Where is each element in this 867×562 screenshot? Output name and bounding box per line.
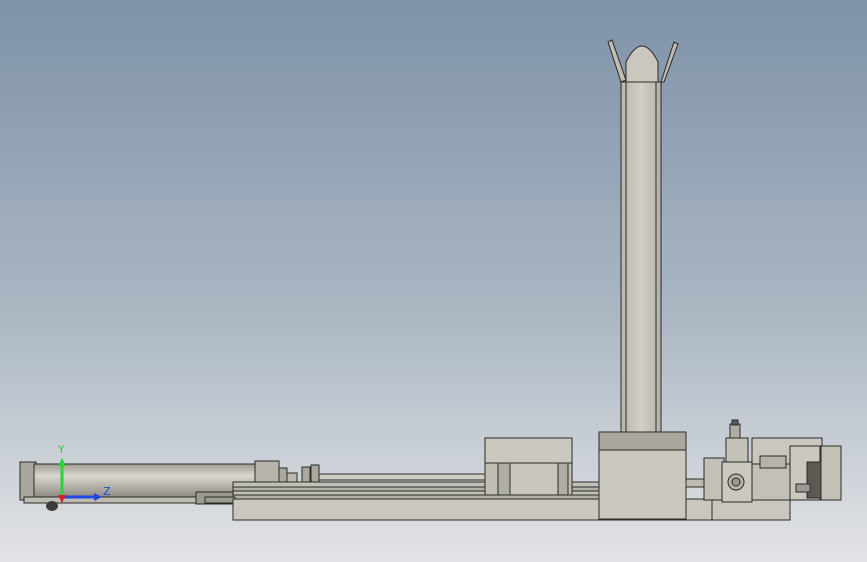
- tube-base-block: [598, 431, 687, 520]
- cad-viewport[interactable]: Y Z: [0, 0, 867, 562]
- piston-rod: [286, 464, 500, 484]
- valve-sensor-assembly: [685, 419, 842, 503]
- z-axis-label: Z: [103, 485, 111, 498]
- feed-tube: [607, 39, 679, 435]
- base-plate: [232, 498, 791, 521]
- assembly-model[interactable]: [0, 0, 867, 562]
- slider-carriage: [484, 437, 573, 496]
- y-axis-label: Y: [58, 443, 65, 456]
